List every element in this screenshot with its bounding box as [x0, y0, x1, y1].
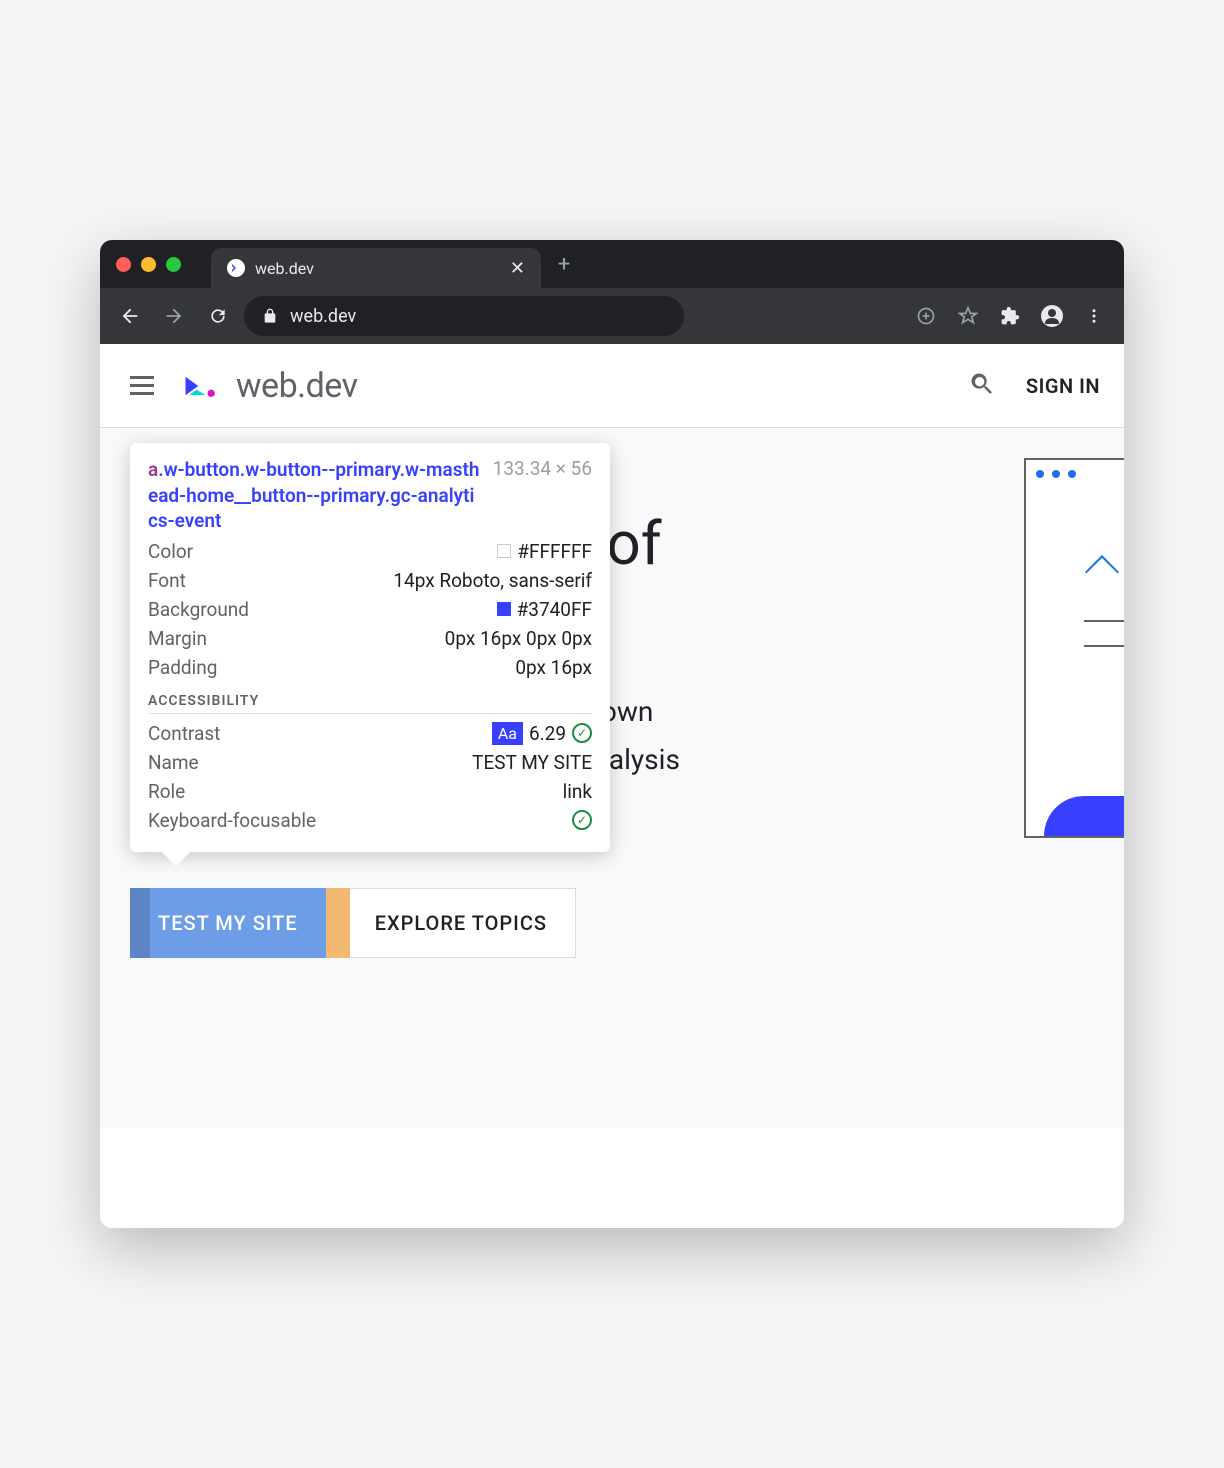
- contrast-value: Aa 6.29: [492, 722, 592, 745]
- keyboard-focusable-label: Keyboard-focusable: [148, 809, 316, 832]
- site-logo[interactable]: web.dev: [180, 364, 358, 408]
- browser-toolbar: web.dev: [100, 288, 1124, 344]
- back-button[interactable]: [112, 298, 148, 334]
- window-controls: [116, 257, 181, 272]
- logo-text: web.dev: [236, 366, 358, 406]
- search-button[interactable]: [968, 370, 996, 402]
- color-label: Color: [148, 540, 193, 563]
- font-value: 14px Roboto, sans-serif: [393, 569, 592, 592]
- browser-tab[interactable]: web.dev ✕: [211, 248, 541, 288]
- color-value: #FFFFFF: [497, 540, 592, 563]
- search-icon: [968, 370, 996, 398]
- role-value: link: [563, 780, 592, 803]
- padding-label: Padding: [148, 656, 217, 679]
- site-header: web.dev SIGN IN: [100, 344, 1124, 428]
- signin-link[interactable]: SIGN IN: [1026, 374, 1100, 398]
- contrast-pass-icon: [572, 723, 592, 743]
- star-icon[interactable]: [950, 298, 986, 334]
- profile-icon[interactable]: [1034, 298, 1070, 334]
- element-dimensions: 133.34 × 56: [493, 457, 592, 534]
- keyboard-pass-icon: [572, 810, 592, 830]
- explore-topics-button[interactable]: EXPLORE TOPICS: [346, 888, 576, 958]
- close-window-button[interactable]: [116, 257, 131, 272]
- test-my-site-button[interactable]: TEST MY SITE: [130, 888, 326, 958]
- titlebar: web.dev ✕ +: [100, 240, 1124, 288]
- tab-title: web.dev: [255, 259, 314, 278]
- a11y-name-label: Name: [148, 751, 199, 774]
- webdev-logo-icon: [180, 364, 224, 408]
- role-label: Role: [148, 780, 185, 803]
- font-label: Font: [148, 569, 186, 592]
- close-tab-icon[interactable]: ✕: [510, 258, 525, 279]
- contrast-badge: Aa: [492, 722, 523, 745]
- background-label: Background: [148, 598, 249, 621]
- forward-button[interactable]: [156, 298, 192, 334]
- maximize-window-button[interactable]: [166, 257, 181, 272]
- address-bar[interactable]: web.dev: [244, 296, 684, 336]
- background-value: #3740FF: [497, 598, 592, 621]
- menu-icon[interactable]: [1076, 298, 1112, 334]
- extensions-icon[interactable]: [992, 298, 1028, 334]
- reload-button[interactable]: [200, 298, 236, 334]
- page-content: re of your own nd analysis TEST MY SITE …: [100, 428, 1124, 1128]
- margin-label: Margin: [148, 627, 207, 650]
- margin-value: 0px 16px 0px 0px: [445, 627, 592, 650]
- browser-window: web.dev ✕ + web.dev: [100, 240, 1124, 1228]
- keyboard-focusable-value: [572, 810, 592, 830]
- a11y-name-value: TEST MY SITE: [472, 751, 592, 774]
- minimize-window-button[interactable]: [141, 257, 156, 272]
- accessibility-heading: ACCESSIBILITY: [148, 693, 592, 714]
- element-selector: a.w-button.w-button--primary.w-masthead-…: [148, 457, 481, 534]
- hero-illustration: [1024, 458, 1124, 838]
- favicon-icon: [227, 259, 245, 277]
- page-footer: [100, 1128, 1124, 1228]
- url-text: web.dev: [290, 306, 356, 327]
- add-bookmark-icon[interactable]: [908, 298, 944, 334]
- hamburger-menu-button[interactable]: [124, 368, 160, 404]
- devtools-inspect-tooltip: a.w-button.w-button--primary.w-masthead-…: [130, 443, 610, 852]
- new-tab-button[interactable]: +: [549, 249, 579, 279]
- lock-icon: [262, 308, 278, 324]
- contrast-label: Contrast: [148, 722, 220, 745]
- hero-buttons: TEST MY SITE EXPLORE TOPICS: [130, 888, 576, 958]
- padding-value: 0px 16px: [515, 656, 592, 679]
